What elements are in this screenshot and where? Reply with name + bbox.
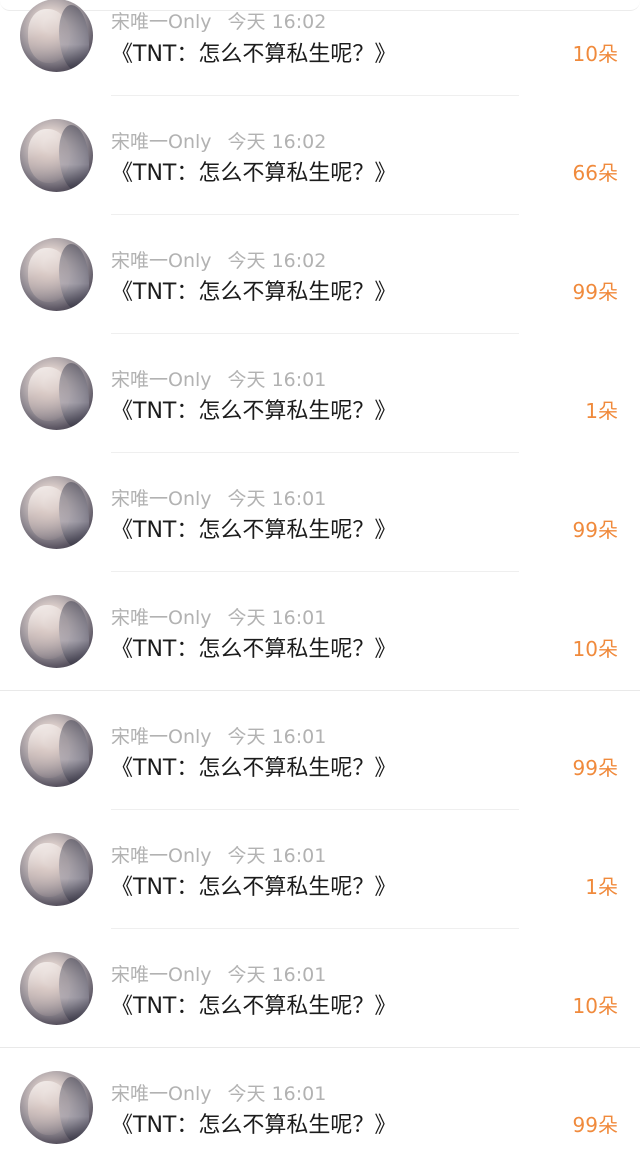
list-item[interactable]: 宋唯一Only 今天 16:01 《TNT：怎么不算私生呢？》 10朵	[0, 595, 640, 714]
timestamp: 今天 16:02	[227, 131, 327, 153]
avatar[interactable]	[20, 952, 93, 1025]
avatar[interactable]	[20, 119, 93, 192]
divider	[111, 571, 519, 572]
avatar[interactable]	[20, 476, 93, 549]
timestamp: 今天 16:01	[227, 488, 327, 510]
avatar[interactable]	[20, 714, 93, 787]
item-title: 《TNT：怎么不算私生呢？》	[111, 161, 397, 186]
list-item[interactable]: 宋唯一Only 今天 16:02 《TNT：怎么不算私生呢？》 10朵	[0, 0, 640, 119]
item-meta: 宋唯一Only 今天 16:01	[111, 484, 327, 510]
divider	[111, 928, 519, 929]
timestamp: 今天 16:01	[227, 726, 327, 748]
item-title: 《TNT：怎么不算私生呢？》	[111, 1113, 397, 1138]
username[interactable]: 宋唯一Only	[111, 11, 212, 33]
flower-count: 10朵	[572, 637, 618, 661]
item-meta: 宋唯一Only 今天 16:01	[111, 603, 327, 629]
username[interactable]: 宋唯一Only	[111, 1083, 212, 1105]
item-title: 《TNT：怎么不算私生呢？》	[111, 399, 397, 424]
list-item[interactable]: 宋唯一Only 今天 16:01 《TNT：怎么不算私生呢？》 10朵	[0, 952, 640, 1071]
username[interactable]: 宋唯一Only	[111, 845, 212, 867]
item-meta: 宋唯一Only 今天 16:01	[111, 960, 327, 986]
flower-count: 1朵	[585, 399, 618, 423]
divider	[111, 809, 519, 810]
item-title: 《TNT：怎么不算私生呢？》	[111, 280, 397, 305]
section-divider	[0, 1047, 640, 1048]
list-item[interactable]: 宋唯一Only 今天 16:01 《TNT：怎么不算私生呢？》 1朵	[0, 833, 640, 952]
list-item[interactable]: 宋唯一Only 今天 16:01 《TNT：怎么不算私生呢？》 99朵	[0, 476, 640, 595]
list-item[interactable]: 宋唯一Only 今天 16:01 《TNT：怎么不算私生呢？》 99朵	[0, 1071, 640, 1154]
divider	[111, 333, 519, 334]
flower-count: 1朵	[585, 875, 618, 899]
username[interactable]: 宋唯一Only	[111, 250, 212, 272]
avatar[interactable]	[20, 1071, 93, 1144]
item-title: 《TNT：怎么不算私生呢？》	[111, 518, 397, 543]
flower-count: 99朵	[572, 756, 618, 780]
item-title: 《TNT：怎么不算私生呢？》	[111, 42, 397, 67]
divider	[111, 95, 519, 96]
flower-count: 10朵	[572, 42, 618, 66]
flower-count: 66朵	[572, 161, 618, 185]
timestamp: 今天 16:02	[227, 11, 327, 33]
username[interactable]: 宋唯一Only	[111, 131, 212, 153]
username[interactable]: 宋唯一Only	[111, 369, 212, 391]
item-meta: 宋唯一Only 今天 16:01	[111, 365, 327, 391]
item-title: 《TNT：怎么不算私生呢？》	[111, 637, 397, 662]
list-item[interactable]: 宋唯一Only 今天 16:02 《TNT：怎么不算私生呢？》 66朵	[0, 119, 640, 238]
timestamp: 今天 16:01	[227, 964, 327, 986]
username[interactable]: 宋唯一Only	[111, 488, 212, 510]
item-title: 《TNT：怎么不算私生呢？》	[111, 756, 397, 781]
item-title: 《TNT：怎么不算私生呢？》	[111, 994, 397, 1019]
avatar[interactable]	[20, 357, 93, 430]
timestamp: 今天 16:01	[227, 1083, 327, 1105]
item-title: 《TNT：怎么不算私生呢？》	[111, 875, 397, 900]
timestamp: 今天 16:02	[227, 250, 327, 272]
timestamp: 今天 16:01	[227, 369, 327, 391]
divider	[111, 214, 519, 215]
flower-count: 99朵	[572, 518, 618, 542]
item-meta: 宋唯一Only 今天 16:01	[111, 1079, 327, 1105]
flower-count: 10朵	[572, 994, 618, 1018]
divider	[111, 452, 519, 453]
section-divider	[0, 690, 640, 691]
flower-count: 99朵	[572, 1113, 618, 1137]
list-item[interactable]: 宋唯一Only 今天 16:01 《TNT：怎么不算私生呢？》 1朵	[0, 357, 640, 476]
item-meta: 宋唯一Only 今天 16:01	[111, 722, 327, 748]
username[interactable]: 宋唯一Only	[111, 726, 212, 748]
flower-count: 99朵	[572, 280, 618, 304]
username[interactable]: 宋唯一Only	[111, 607, 212, 629]
item-meta: 宋唯一Only 今天 16:02	[111, 7, 327, 33]
avatar[interactable]	[20, 0, 93, 72]
timestamp: 今天 16:01	[227, 845, 327, 867]
timestamp: 今天 16:01	[227, 607, 327, 629]
list-item[interactable]: 宋唯一Only 今天 16:02 《TNT：怎么不算私生呢？》 99朵	[0, 238, 640, 357]
list-item[interactable]: 宋唯一Only 今天 16:01 《TNT：怎么不算私生呢？》 99朵	[0, 714, 640, 833]
item-meta: 宋唯一Only 今天 16:01	[111, 841, 327, 867]
avatar[interactable]	[20, 595, 93, 668]
avatar[interactable]	[20, 238, 93, 311]
username[interactable]: 宋唯一Only	[111, 964, 212, 986]
avatar[interactable]	[20, 833, 93, 906]
item-meta: 宋唯一Only 今天 16:02	[111, 127, 327, 153]
item-meta: 宋唯一Only 今天 16:02	[111, 246, 327, 272]
